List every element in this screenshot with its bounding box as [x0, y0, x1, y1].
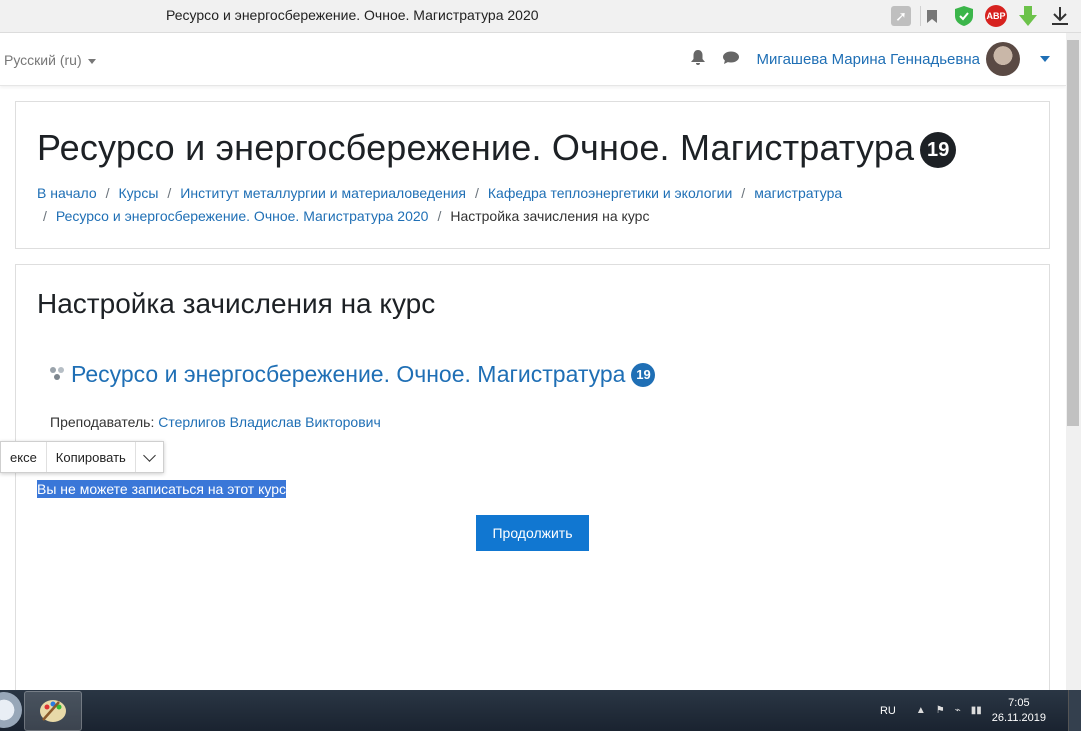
input-language[interactable]: RU [880, 705, 896, 717]
bell-icon[interactable] [690, 50, 705, 68]
course-name-text: Ресурсо и энергосбережение. Очное. Магис… [71, 361, 626, 387]
enrolment-region: Настройка зачисления на курс Ресурсо и э… [15, 264, 1050, 706]
language-label: Русский (ru) [4, 52, 82, 68]
breadcrumb-masters[interactable]: магистратура [754, 185, 842, 201]
course-name-link[interactable]: Ресурсо и энергосбережение. Очное. Магис… [71, 361, 656, 388]
teacher-line: Преподаватель: Стерлигов Владислав Викто… [50, 414, 381, 430]
network-icon[interactable]: ▮▮ [971, 705, 982, 716]
continue-button[interactable]: Продолжить [476, 515, 589, 551]
breadcrumb-course[interactable]: Ресурсо и энергосбережение. Очное. Магис… [56, 208, 429, 224]
browser-title-bar: Ресурсо и энергосбережение. Очное. Магис… [0, 0, 1081, 33]
download-icon[interactable] [1049, 5, 1071, 27]
user-menu-caret-icon[interactable] [1040, 56, 1050, 62]
chevron-down-icon [142, 448, 156, 462]
clock[interactable]: 7:05 26.11.2019 [992, 696, 1046, 726]
start-button[interactable] [0, 692, 22, 728]
user-nav: Мигашева Марина Геннадьевна [690, 41, 1066, 77]
rocket-icon[interactable]: ➚ [891, 6, 911, 26]
breadcrumb-home[interactable]: В начало [37, 185, 97, 201]
teacher-link[interactable]: Стерлигов Владислав Викторович [158, 414, 381, 430]
popup-more-button[interactable] [136, 442, 163, 472]
bookmark-icon[interactable] [921, 5, 943, 27]
abp-icon[interactable]: ABP [985, 5, 1007, 27]
top-navbar: Русский (ru) Мигашева Марина Геннадьевна [0, 33, 1066, 86]
windows-taskbar: RU ▲ ⚑ ⌁ ▮▮ 7:05 26.11.2019 [0, 690, 1081, 731]
extension-icons: ➚ ABP [891, 5, 1071, 27]
page-title: Ресурсо и энергосбережение. Очное. Магис… [37, 127, 957, 169]
scrollbar-thumb[interactable] [1067, 40, 1079, 426]
chat-icon[interactable] [722, 51, 739, 67]
circled-number-badge: 19 [920, 132, 957, 168]
user-name-link[interactable]: Мигашева Марина Геннадьевна [757, 51, 980, 68]
breadcrumb-current: Настройка зачисления на курс [450, 208, 650, 224]
copy-button[interactable]: Копировать [47, 442, 136, 472]
breadcrumb-department[interactable]: Кафедра теплоэнергетики и экологии [488, 185, 732, 201]
palette-icon [40, 700, 66, 722]
flag-icon[interactable]: ⚑ [936, 705, 945, 716]
clock-time: 7:05 [1008, 696, 1030, 709]
clock-date: 26.11.2019 [991, 711, 1046, 724]
tray-expand-icon[interactable]: ▲ [916, 705, 926, 716]
circled-number-badge-course: 19 [631, 363, 656, 387]
page-header: Ресурсо и энергосбережение. Очное. Магис… [15, 101, 1050, 249]
caret-down-icon [87, 58, 96, 64]
breadcrumb: В начало / Курсы / Институт металлургии и ма… [37, 185, 843, 224]
system-tray: RU ▲ ⚑ ⌁ ▮▮ 7:05 26.11.2019 [880, 690, 1081, 731]
browser-tab-title: Ресурсо и энергосбережение. Очное. Магис… [166, 7, 539, 23]
show-desktop-button[interactable] [1068, 690, 1081, 731]
teacher-label: Преподаватель: [50, 414, 155, 430]
avatar[interactable] [986, 42, 1020, 76]
page-title-text: Ресурсо и энергосбережение. Очное. Магис… [37, 127, 915, 168]
breadcrumb-courses[interactable]: Курсы [119, 185, 159, 201]
taskbar-app-paint[interactable] [24, 691, 82, 731]
language-menu[interactable]: Русский (ru) [4, 52, 96, 68]
selection-popup: ексе Копировать [0, 441, 164, 473]
enrol-notice: Вы не можете записаться на этот курс [37, 480, 287, 498]
popup-search-item[interactable]: ексе [1, 442, 47, 472]
shield-icon[interactable] [953, 5, 975, 27]
section-title: Настройка зачисления на курс [37, 288, 436, 319]
breadcrumb-institute[interactable]: Институт металлургии и материаловедения [180, 185, 466, 201]
arrow-down-icon[interactable] [1017, 5, 1039, 27]
course-icon [50, 367, 64, 380]
power-icon[interactable]: ⌁ [955, 705, 961, 716]
